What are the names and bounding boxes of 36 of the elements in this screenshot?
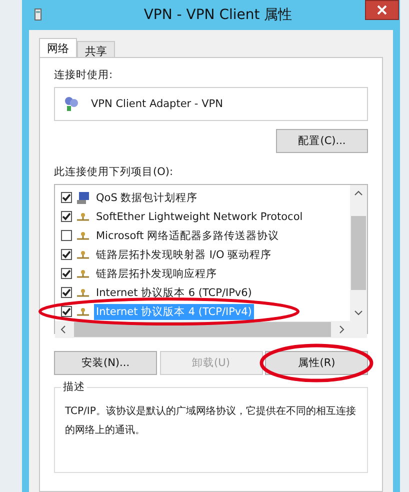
- app-icon: [33, 8, 43, 22]
- checkbox[interactable]: [61, 249, 72, 260]
- configure-button[interactable]: 配置(C)...: [276, 129, 368, 153]
- list-item[interactable]: SoftEther Lightweight Network Protocol: [94, 210, 305, 224]
- list-item[interactable]: 链路层拓扑发现响应程序: [94, 266, 219, 282]
- window-title: VPN - VPN Client 属性: [144, 6, 292, 24]
- checkbox[interactable]: [61, 192, 72, 203]
- checkbox[interactable]: [61, 287, 72, 298]
- list-item[interactable]: 链路层拓扑发现映射器 I/O 驱动程序: [94, 246, 274, 262]
- list-item[interactable]: QoS 数据包计划程序: [94, 190, 200, 206]
- checkbox[interactable]: [61, 230, 72, 241]
- connect-using-label: 连接时使用:: [54, 68, 114, 82]
- protocol-icon: [76, 288, 90, 298]
- computer-icon: [76, 190, 90, 204]
- network-adapter-icon: [63, 96, 79, 112]
- tab[interactable]: 网络: [39, 38, 77, 57]
- list-item[interactable]: Microsoft 网络适配器多路传送器协议: [94, 228, 282, 244]
- action-button[interactable]: 安装(N)...: [54, 351, 157, 375]
- close-icon[interactable]: [377, 5, 387, 15]
- list-item[interactable]: Internet 协议版本 6 (TCP/IPv6): [94, 284, 254, 300]
- checkbox[interactable]: [61, 306, 72, 317]
- protocol-icon: [76, 212, 90, 222]
- protocol-icon: [76, 306, 90, 316]
- protocol-icon: [76, 268, 90, 278]
- tab[interactable]: 共享: [77, 41, 115, 57]
- adapter-name: VPN Client Adapter - VPN: [91, 98, 223, 110]
- description-label: 描述: [61, 380, 87, 394]
- scrollbar-thumb[interactable]: [351, 216, 366, 290]
- items-label: 此连接使用下列项目(O):: [54, 165, 174, 179]
- checkbox[interactable]: [61, 268, 72, 279]
- close-button[interactable]: [365, 0, 399, 20]
- checkbox[interactable]: [61, 211, 72, 222]
- protocol-icon: [76, 230, 90, 240]
- action-button[interactable]: 属性(R): [265, 351, 368, 375]
- protocol-icon: [76, 250, 90, 260]
- description-text: TCP/IP。该协议是默认的广域网络协议，它提供在不同的相互连接的网络上的通讯。: [65, 404, 357, 438]
